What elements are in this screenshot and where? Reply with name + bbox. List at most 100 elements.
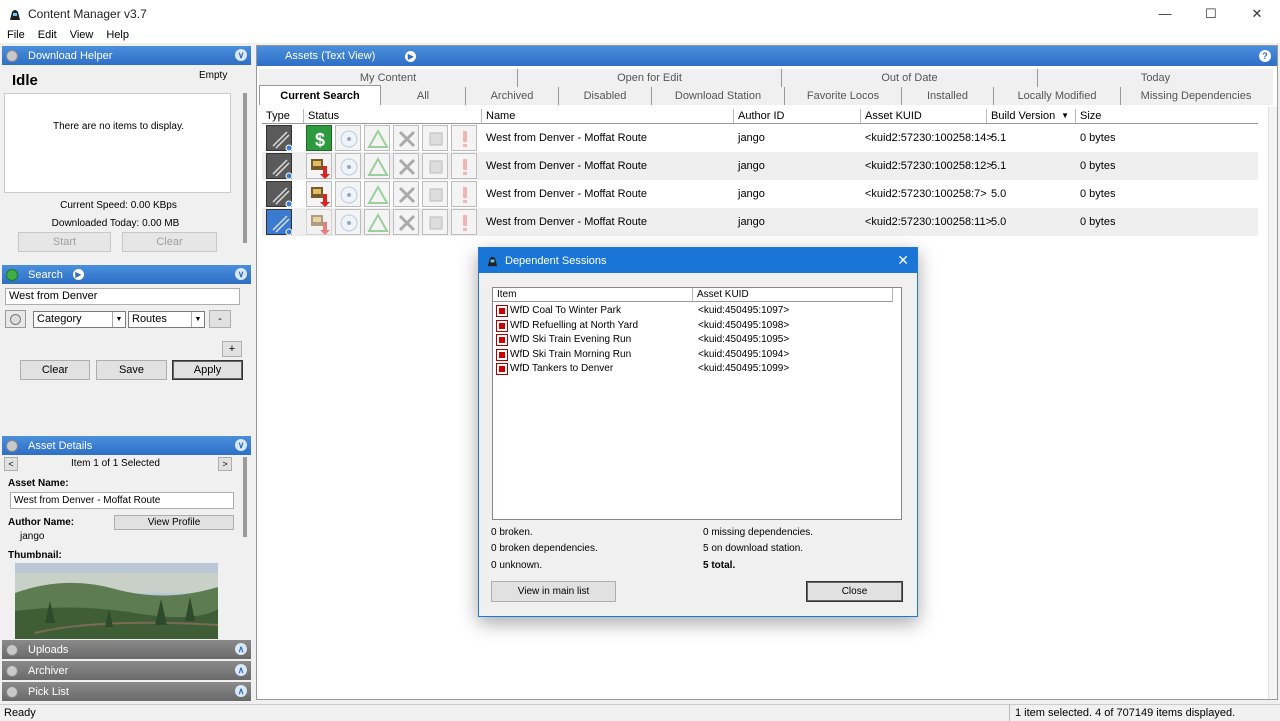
asset-name: West from Denver - Moffat Route (486, 132, 647, 144)
column-build-version[interactable]: Build Version ▼ (987, 109, 1076, 124)
tab-today[interactable]: Today (1038, 69, 1273, 87)
clear-search-button[interactable]: Clear (20, 360, 90, 380)
dialog-close-button[interactable]: Close (806, 581, 903, 602)
asset-name-field[interactable]: West from Denver - Moffat Route (10, 492, 234, 509)
search-toggle-button[interactable] (5, 310, 26, 328)
radio-icon (10, 314, 21, 325)
asset-author: jango (738, 160, 765, 172)
column-status[interactable]: Status (304, 109, 482, 124)
start-button[interactable]: Start (18, 232, 111, 252)
asset-details-title: Asset Details (28, 439, 93, 452)
pick-list-header[interactable]: Pick List ∧ (2, 682, 251, 701)
queue-status: Empty (199, 70, 228, 81)
column-size[interactable]: Size (1076, 109, 1258, 124)
save-search-button[interactable]: Save (96, 360, 167, 380)
tab-archived[interactable]: Archived (466, 87, 559, 105)
uploads-header[interactable]: Uploads ∧ (2, 640, 251, 659)
route-type-icon (266, 153, 293, 180)
session-name: WfD Ski Train Evening Run (510, 334, 632, 345)
vertical-scrollbar[interactable] (1268, 107, 1277, 699)
session-icon (496, 363, 508, 375)
view-profile-button[interactable]: View Profile (114, 515, 234, 530)
list-item[interactable]: WfD Coal To Winter Park <kuid:450495:1097… (495, 304, 895, 318)
tab-installed[interactable]: Installed (902, 87, 994, 105)
apply-search-button[interactable]: Apply (172, 360, 243, 380)
window-title: Content Manager v3.7 (28, 6, 147, 21)
filter-field-select[interactable]: Category ▼ (33, 311, 126, 328)
download-helper-header[interactable]: Download Helper ∨ (2, 46, 251, 65)
column-name[interactable]: Name (482, 109, 734, 124)
scrollbar[interactable] (243, 93, 247, 243)
tab-out-of-date[interactable]: Out of Date (782, 69, 1038, 87)
add-filter-button[interactable]: + (222, 341, 242, 357)
maximize-icon[interactable]: ☐ (1188, 0, 1234, 27)
table-row[interactable]: West from Denver - Moffat Route jango <kui… (262, 208, 1258, 236)
table-row[interactable]: West from Denver - Moffat Route jango <kui… (262, 180, 1258, 208)
scrollbar[interactable] (243, 457, 247, 537)
tab-all[interactable]: All (381, 87, 466, 105)
column-asset-kuid[interactable]: Asset KUID (861, 109, 987, 124)
minimize-icon[interactable]: — (1142, 0, 1188, 27)
menu-view[interactable]: View (63, 29, 100, 41)
tab-locally-modified[interactable]: Locally Modified (994, 87, 1121, 105)
expand-chevron-icon[interactable]: ∧ (235, 643, 247, 655)
asset-size: 0 bytes (1080, 216, 1116, 228)
tab-missing-dependencies[interactable]: Missing Dependencies (1121, 87, 1271, 105)
asset-name: West from Denver - Moffat Route (486, 216, 647, 228)
expand-chevron-icon[interactable]: ∧ (235, 685, 247, 697)
list-item[interactable]: WfD Tankers to Denver <kuid:450495:1099> (495, 362, 895, 376)
author-name-value: jango (20, 531, 45, 542)
asset-details-header[interactable]: Asset Details ∨ (2, 436, 251, 455)
next-asset-button[interactable]: > (218, 457, 232, 471)
tab-open-for-edit[interactable]: Open for Edit (518, 69, 782, 87)
tab-disabled[interactable]: Disabled (559, 87, 652, 105)
thumbnail-label: Thumbnail: (8, 550, 62, 561)
column-item[interactable]: Item (493, 288, 693, 302)
tab-row-1: My Content Open for Edit Out of Date Tod… (259, 69, 1273, 87)
list-item[interactable]: WfD Ski Train Evening Run <kuid:450495:10… (495, 333, 895, 347)
asset-kuid: <kuid2:57230:100258:12> (865, 160, 993, 172)
archiver-header[interactable]: Archiver ∧ (2, 661, 251, 680)
disc-icon (335, 153, 361, 179)
menu-file[interactable]: File (0, 29, 31, 41)
view-in-main-list-button[interactable]: View in main list (491, 581, 616, 602)
downloaded-today: Downloaded Today: 0.00 MB (51, 218, 180, 229)
asset-kuid: <kuid2:57230:100258:14> (865, 132, 993, 144)
search-header[interactable]: Search ▶ ∨ (2, 265, 251, 284)
tab-favorite-locos[interactable]: Favorite Locos (785, 87, 902, 105)
copy-icon (422, 181, 448, 207)
filter-value-select[interactable]: Routes ▼ (128, 311, 205, 328)
list-item[interactable]: WfD Ski Train Morning Run <kuid:450495:10… (495, 348, 895, 362)
alert-icon (451, 181, 477, 207)
column-asset-kuid[interactable]: Asset KUID (693, 288, 893, 302)
play-icon[interactable]: ▶ (405, 50, 417, 62)
tab-current-search[interactable]: Current Search (259, 85, 381, 105)
play-icon[interactable]: ▶ (72, 269, 84, 280)
table-row[interactable]: West from Denver - Moffat Route jango <kui… (262, 152, 1258, 180)
search-status-icon (6, 268, 18, 281)
collapse-chevron-icon[interactable]: ∨ (235, 439, 247, 451)
session-icon (496, 305, 508, 317)
search-input[interactable]: West from Denver (5, 288, 240, 305)
close-window-icon[interactable]: ✕ (1234, 0, 1280, 27)
payware-dollar-icon: $ (306, 125, 332, 151)
column-type[interactable]: Type (262, 109, 304, 124)
triangle-icon (364, 125, 390, 151)
unknown-count: 0 unknown. (491, 560, 543, 571)
asset-name: West from Denver - Moffat Route (486, 160, 647, 172)
collapse-chevron-icon[interactable]: ∨ (235, 49, 247, 61)
disc-icon (335, 209, 361, 235)
dialog-close-icon[interactable]: ✕ (897, 252, 909, 269)
copy-icon (422, 209, 448, 235)
column-author-id[interactable]: Author ID (734, 109, 861, 124)
menu-edit[interactable]: Edit (31, 29, 63, 41)
collapse-chevron-icon[interactable]: ∨ (235, 268, 247, 280)
remove-filter-button[interactable]: - (209, 310, 231, 328)
table-row[interactable]: $ West from Denver - Moffat Route jango <ku… (262, 124, 1258, 152)
expand-chevron-icon[interactable]: ∧ (235, 664, 247, 676)
tab-download-station[interactable]: Download Station (652, 87, 785, 105)
help-icon[interactable]: ? (1259, 50, 1271, 62)
menu-help[interactable]: Help (99, 29, 135, 41)
list-item[interactable]: WfD Refuelling at North Yard <kuid:450495… (495, 319, 895, 333)
clear-downloads-button[interactable]: Clear (122, 232, 217, 252)
